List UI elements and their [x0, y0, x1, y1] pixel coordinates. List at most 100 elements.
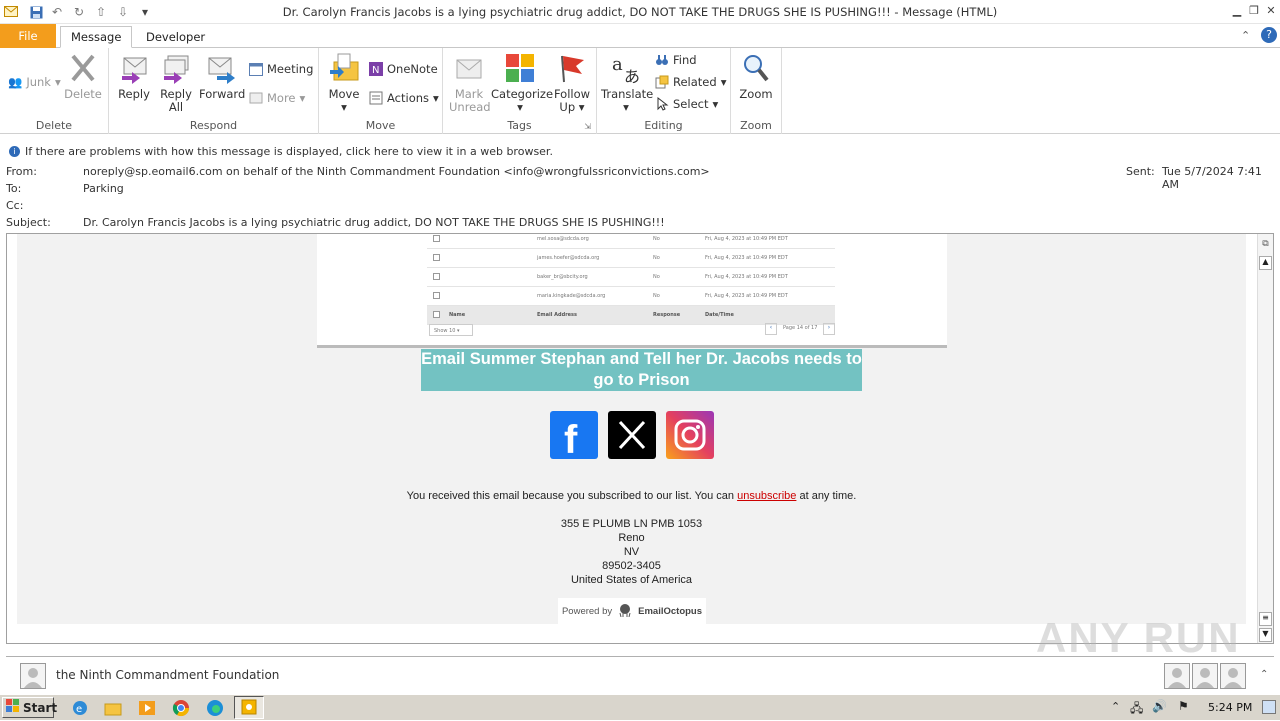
- forward-icon: [205, 52, 237, 84]
- file-explorer-icon[interactable]: [104, 699, 122, 717]
- ribbon: 👥 Junk ▾ Delete Delete Reply Reply All Forw…: [0, 48, 1280, 134]
- editing-group-label: Editing: [644, 119, 683, 132]
- network-icon[interactable]: 🖧: [1130, 699, 1143, 720]
- avatar[interactable]: [20, 663, 46, 689]
- volume-icon[interactable]: 🔊: [1152, 699, 1167, 713]
- contact-avatar-2[interactable]: [1192, 663, 1218, 689]
- x-twitter-icon[interactable]: [608, 411, 656, 459]
- info-icon: i: [9, 146, 20, 157]
- start-button[interactable]: Start: [2, 697, 57, 718]
- move-group-label: Move: [365, 119, 396, 132]
- categorize-button[interactable]: Categorize ▾: [491, 52, 553, 114]
- next-page-icon: ›: [823, 323, 835, 335]
- reply-button[interactable]: Reply: [115, 52, 153, 101]
- address-state: NV: [623, 546, 640, 558]
- delete-x-icon: [67, 52, 99, 84]
- scroll-thumb[interactable]: ≡: [1259, 612, 1272, 626]
- actions-icon: [369, 91, 383, 105]
- from-label: From:: [6, 165, 37, 178]
- select-button[interactable]: Select ▾: [655, 96, 718, 111]
- zoom-group-label: Zoom: [740, 119, 772, 132]
- actions-button[interactable]: Actions ▾: [369, 91, 439, 105]
- people-pane-name[interactable]: the Ninth Commandment Foundation: [56, 668, 279, 682]
- onenote-button[interactable]: N OneNote: [369, 62, 438, 76]
- unsubscribe-link[interactable]: unsubscribe: [737, 490, 796, 502]
- flag-icon: [556, 52, 588, 84]
- scroll-option-icon[interactable]: ⧉: [1259, 239, 1272, 253]
- vertical-scrollbar[interactable]: ⧉ ▲ ≡ ▼: [1257, 234, 1273, 643]
- show-hidden-icons[interactable]: ⌃: [1111, 700, 1120, 713]
- subscription-notice: You received this email because you subs…: [406, 490, 857, 502]
- mark-unread-button[interactable]: Mark Unread: [449, 52, 491, 114]
- more-icon: [249, 91, 263, 105]
- related-button[interactable]: Related ▾: [655, 75, 726, 89]
- find-button[interactable]: Find: [655, 53, 697, 67]
- message-body[interactable]: mel.sosa@sdcda.org No Fri, Aug 4, 2023 at …: [6, 233, 1274, 644]
- responses-table-image: mel.sosa@sdcda.org No Fri, Aug 4, 2023 at …: [317, 234, 947, 348]
- delete-button[interactable]: Delete: [64, 52, 102, 101]
- close-button[interactable]: ✕: [1262, 2, 1280, 18]
- window-title: Dr. Carolyn Francis Jacobs is a lying ps…: [282, 5, 998, 19]
- address-country: United States of America: [570, 574, 693, 586]
- tab-message[interactable]: Message: [60, 26, 133, 48]
- related-icon: [655, 75, 669, 89]
- windows-logo-icon: [6, 699, 20, 716]
- translate-button[interactable]: aあ Translate ▾: [601, 52, 653, 114]
- help-icon[interactable]: ?: [1261, 27, 1277, 43]
- delete-group-label: Delete: [35, 119, 73, 132]
- tags-group: Mark Unread Categorize ▾ Follow Up ▾ ⇲ Tags: [443, 48, 597, 134]
- minimize-button[interactable]: ▁: [1228, 2, 1246, 18]
- restore-button[interactable]: ❐: [1245, 2, 1263, 18]
- zoom-button[interactable]: Zoom: [737, 52, 775, 101]
- email-content: mel.sosa@sdcda.org No Fri, Aug 4, 2023 at …: [17, 234, 1246, 624]
- contact-avatar-3[interactable]: [1220, 663, 1246, 689]
- media-player-icon[interactable]: [138, 699, 156, 717]
- internet-explorer-icon[interactable]: e: [71, 699, 89, 717]
- from-value[interactable]: noreply@sp.eomail6.com on behalf of the …: [83, 165, 710, 178]
- info-bar[interactable]: i If there are problems with how this me…: [0, 144, 1280, 160]
- scroll-down-button[interactable]: ▼: [1259, 628, 1272, 642]
- svg-text:a: a: [612, 54, 623, 75]
- reply-all-icon: [160, 52, 192, 84]
- subject-value: Dr. Carolyn Francis Jacobs is a lying ps…: [83, 216, 665, 229]
- categorize-icon: [504, 52, 536, 84]
- instagram-icon[interactable]: [666, 411, 714, 459]
- meeting-button[interactable]: Meeting: [249, 62, 313, 76]
- to-label: To:: [6, 182, 22, 195]
- powered-by-badge[interactable]: Powered by EmailOctopus: [558, 598, 706, 624]
- sent-value: Tue 5/7/2024 7:41 AM: [1162, 165, 1262, 191]
- tab-file[interactable]: File: [0, 24, 56, 48]
- clock[interactable]: 5:24 PM: [1208, 701, 1252, 714]
- info-message: If there are problems with how this mess…: [25, 145, 553, 158]
- show-desktop-icon[interactable]: [1262, 700, 1276, 714]
- move-group: Move ▾ N OneNote Actions ▾ Move: [319, 48, 443, 134]
- email-banner[interactable]: Email Summer Stephan and Tell her Dr. Ja…: [421, 349, 862, 391]
- anyrun-watermark: ANY RUN: [1036, 614, 1241, 661]
- sent-label: Sent:: [1126, 165, 1155, 178]
- outlook-taskbar-button[interactable]: [234, 696, 264, 719]
- tab-developer[interactable]: Developer: [136, 26, 215, 48]
- follow-up-button[interactable]: Follow Up ▾: [551, 52, 593, 114]
- reply-all-button[interactable]: Reply All: [157, 52, 195, 114]
- title-bar: ↶ ↻ ⇧ ⇩ ▾ Dr. Carolyn Francis Jacobs is …: [0, 0, 1280, 24]
- action-center-flag-icon[interactable]: ⚑: [1178, 699, 1189, 713]
- subject-label: Subject:: [6, 216, 51, 229]
- to-value[interactable]: Parking: [83, 182, 124, 195]
- collapse-ribbon-icon[interactable]: ⌃: [1241, 29, 1250, 42]
- edge-icon[interactable]: [206, 699, 224, 717]
- svg-text:あ: あ: [624, 67, 640, 84]
- contact-avatar-1[interactable]: [1164, 663, 1190, 689]
- facebook-icon[interactable]: f: [550, 411, 598, 462]
- junk-icon: 👥: [8, 75, 23, 89]
- move-folder-icon: [328, 52, 360, 84]
- move-button[interactable]: Move ▾: [325, 52, 363, 114]
- chrome-icon[interactable]: [172, 699, 190, 717]
- forward-button[interactable]: Forward: [199, 52, 245, 101]
- scroll-up-button[interactable]: ▲: [1259, 256, 1272, 270]
- svg-text:N: N: [372, 65, 379, 76]
- more-button[interactable]: More ▾: [249, 91, 305, 105]
- expand-people-pane-icon[interactable]: ⌃: [1260, 669, 1268, 680]
- mark-unread-icon: [453, 52, 485, 84]
- junk-button[interactable]: 👥 Junk ▾: [8, 75, 61, 89]
- taskbar: Start e ⌃ 🖧 🔊 ⚑ 5:24 PM: [0, 694, 1280, 720]
